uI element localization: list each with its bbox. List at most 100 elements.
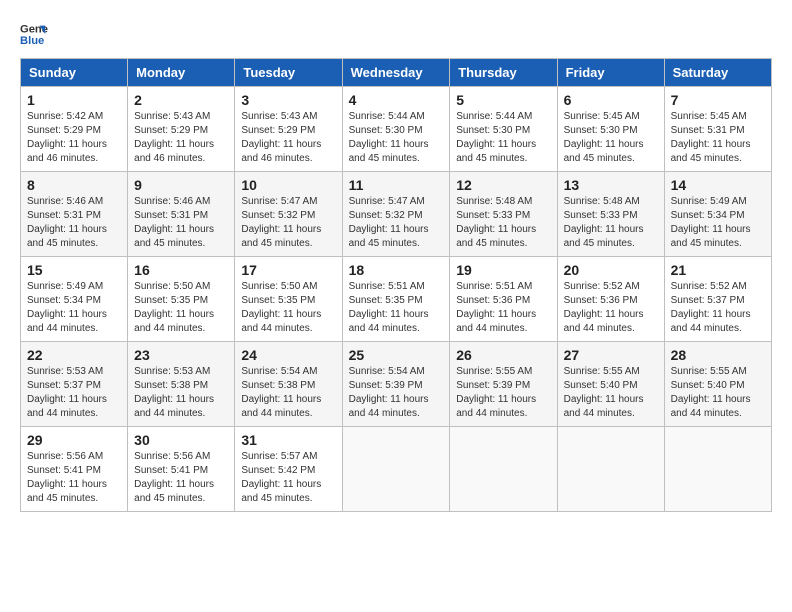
day-info: Sunrise: 5:43 AMSunset: 5:29 PMDaylight:… [134,111,214,164]
calendar-header-cell: Wednesday [342,59,450,87]
calendar-header-cell: Tuesday [235,59,342,87]
calendar-cell: 31 Sunrise: 5:57 AMSunset: 5:42 PMDaylig… [235,427,342,512]
day-number: 11 [349,177,444,193]
day-info: Sunrise: 5:55 AMSunset: 5:40 PMDaylight:… [671,366,751,419]
calendar-cell: 4 Sunrise: 5:44 AMSunset: 5:30 PMDayligh… [342,87,450,172]
calendar-cell: 18 Sunrise: 5:51 AMSunset: 5:35 PMDaylig… [342,257,450,342]
day-info: Sunrise: 5:49 AMSunset: 5:34 PMDaylight:… [27,281,107,334]
day-number: 27 [564,347,658,363]
day-number: 30 [134,432,228,448]
calendar-cell: 25 Sunrise: 5:54 AMSunset: 5:39 PMDaylig… [342,342,450,427]
day-number: 21 [671,262,765,278]
day-info: Sunrise: 5:42 AMSunset: 5:29 PMDaylight:… [27,111,107,164]
day-number: 15 [27,262,121,278]
calendar-cell: 11 Sunrise: 5:47 AMSunset: 5:32 PMDaylig… [342,172,450,257]
day-number: 16 [134,262,228,278]
day-info: Sunrise: 5:47 AMSunset: 5:32 PMDaylight:… [349,196,429,249]
day-info: Sunrise: 5:55 AMSunset: 5:39 PMDaylight:… [456,366,536,419]
day-info: Sunrise: 5:44 AMSunset: 5:30 PMDaylight:… [456,111,536,164]
calendar-header-cell: Monday [128,59,235,87]
calendar-cell: 29 Sunrise: 5:56 AMSunset: 5:41 PMDaylig… [21,427,128,512]
day-info: Sunrise: 5:45 AMSunset: 5:31 PMDaylight:… [671,111,751,164]
day-number: 9 [134,177,228,193]
day-number: 17 [241,262,335,278]
day-info: Sunrise: 5:50 AMSunset: 5:35 PMDaylight:… [241,281,321,334]
day-info: Sunrise: 5:54 AMSunset: 5:38 PMDaylight:… [241,366,321,419]
calendar-cell: 12 Sunrise: 5:48 AMSunset: 5:33 PMDaylig… [450,172,557,257]
calendar-cell: 21 Sunrise: 5:52 AMSunset: 5:37 PMDaylig… [664,257,771,342]
day-number: 12 [456,177,550,193]
day-number: 2 [134,92,228,108]
calendar-cell: 3 Sunrise: 5:43 AMSunset: 5:29 PMDayligh… [235,87,342,172]
day-info: Sunrise: 5:47 AMSunset: 5:32 PMDaylight:… [241,196,321,249]
day-info: Sunrise: 5:54 AMSunset: 5:39 PMDaylight:… [349,366,429,419]
day-info: Sunrise: 5:48 AMSunset: 5:33 PMDaylight:… [456,196,536,249]
calendar-cell: 15 Sunrise: 5:49 AMSunset: 5:34 PMDaylig… [21,257,128,342]
day-info: Sunrise: 5:48 AMSunset: 5:33 PMDaylight:… [564,196,644,249]
calendar-cell [664,427,771,512]
logo: General Blue [20,20,52,48]
day-info: Sunrise: 5:51 AMSunset: 5:36 PMDaylight:… [456,281,536,334]
calendar-cell: 20 Sunrise: 5:52 AMSunset: 5:36 PMDaylig… [557,257,664,342]
day-info: Sunrise: 5:50 AMSunset: 5:35 PMDaylight:… [134,281,214,334]
calendar-cell: 9 Sunrise: 5:46 AMSunset: 5:31 PMDayligh… [128,172,235,257]
calendar-cell: 5 Sunrise: 5:44 AMSunset: 5:30 PMDayligh… [450,87,557,172]
day-info: Sunrise: 5:49 AMSunset: 5:34 PMDaylight:… [671,196,751,249]
calendar-cell: 1 Sunrise: 5:42 AMSunset: 5:29 PMDayligh… [21,87,128,172]
calendar-row: 22 Sunrise: 5:53 AMSunset: 5:37 PMDaylig… [21,342,772,427]
calendar-header-cell: Saturday [664,59,771,87]
calendar-cell: 8 Sunrise: 5:46 AMSunset: 5:31 PMDayligh… [21,172,128,257]
calendar-cell [342,427,450,512]
calendar-cell: 27 Sunrise: 5:55 AMSunset: 5:40 PMDaylig… [557,342,664,427]
day-number: 23 [134,347,228,363]
day-info: Sunrise: 5:57 AMSunset: 5:42 PMDaylight:… [241,451,321,504]
calendar-body: 1 Sunrise: 5:42 AMSunset: 5:29 PMDayligh… [21,87,772,512]
calendar-header-cell: Sunday [21,59,128,87]
day-info: Sunrise: 5:53 AMSunset: 5:37 PMDaylight:… [27,366,107,419]
day-number: 29 [27,432,121,448]
calendar-cell: 7 Sunrise: 5:45 AMSunset: 5:31 PMDayligh… [664,87,771,172]
calendar-cell: 10 Sunrise: 5:47 AMSunset: 5:32 PMDaylig… [235,172,342,257]
day-number: 10 [241,177,335,193]
day-info: Sunrise: 5:46 AMSunset: 5:31 PMDaylight:… [134,196,214,249]
calendar-header-cell: Thursday [450,59,557,87]
day-info: Sunrise: 5:45 AMSunset: 5:30 PMDaylight:… [564,111,644,164]
day-number: 24 [241,347,335,363]
calendar-cell: 28 Sunrise: 5:55 AMSunset: 5:40 PMDaylig… [664,342,771,427]
day-number: 26 [456,347,550,363]
calendar-cell: 23 Sunrise: 5:53 AMSunset: 5:38 PMDaylig… [128,342,235,427]
day-number: 19 [456,262,550,278]
day-number: 28 [671,347,765,363]
day-info: Sunrise: 5:46 AMSunset: 5:31 PMDaylight:… [27,196,107,249]
day-info: Sunrise: 5:51 AMSunset: 5:35 PMDaylight:… [349,281,429,334]
calendar-cell: 16 Sunrise: 5:50 AMSunset: 5:35 PMDaylig… [128,257,235,342]
day-number: 6 [564,92,658,108]
day-info: Sunrise: 5:55 AMSunset: 5:40 PMDaylight:… [564,366,644,419]
calendar-cell: 17 Sunrise: 5:50 AMSunset: 5:35 PMDaylig… [235,257,342,342]
day-number: 22 [27,347,121,363]
calendar-cell: 26 Sunrise: 5:55 AMSunset: 5:39 PMDaylig… [450,342,557,427]
calendar-cell [557,427,664,512]
day-number: 18 [349,262,444,278]
calendar-cell [450,427,557,512]
calendar-row: 15 Sunrise: 5:49 AMSunset: 5:34 PMDaylig… [21,257,772,342]
day-number: 5 [456,92,550,108]
calendar-cell: 6 Sunrise: 5:45 AMSunset: 5:30 PMDayligh… [557,87,664,172]
calendar-header-row: SundayMondayTuesdayWednesdayThursdayFrid… [21,59,772,87]
header: General Blue [20,20,772,48]
day-number: 31 [241,432,335,448]
day-number: 25 [349,347,444,363]
calendar-cell: 14 Sunrise: 5:49 AMSunset: 5:34 PMDaylig… [664,172,771,257]
calendar-cell: 19 Sunrise: 5:51 AMSunset: 5:36 PMDaylig… [450,257,557,342]
calendar-cell: 13 Sunrise: 5:48 AMSunset: 5:33 PMDaylig… [557,172,664,257]
day-info: Sunrise: 5:53 AMSunset: 5:38 PMDaylight:… [134,366,214,419]
day-number: 1 [27,92,121,108]
day-info: Sunrise: 5:52 AMSunset: 5:36 PMDaylight:… [564,281,644,334]
day-number: 3 [241,92,335,108]
calendar-header-cell: Friday [557,59,664,87]
calendar-cell: 2 Sunrise: 5:43 AMSunset: 5:29 PMDayligh… [128,87,235,172]
logo-icon: General Blue [20,20,48,48]
calendar-row: 29 Sunrise: 5:56 AMSunset: 5:41 PMDaylig… [21,427,772,512]
calendar-row: 8 Sunrise: 5:46 AMSunset: 5:31 PMDayligh… [21,172,772,257]
day-number: 14 [671,177,765,193]
